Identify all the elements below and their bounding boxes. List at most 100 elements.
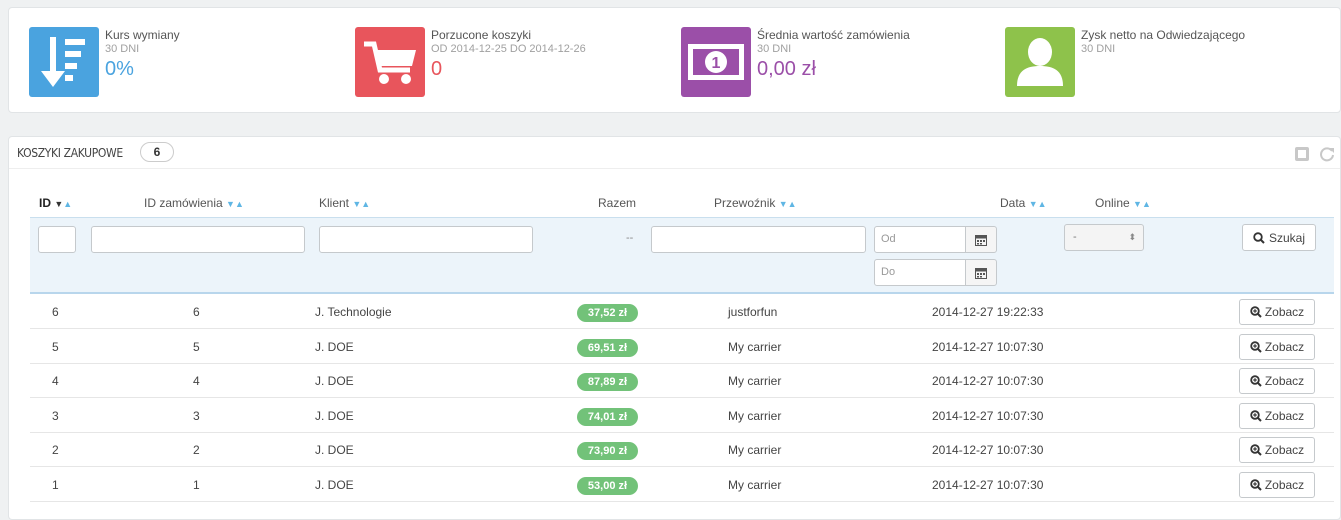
- cell-carrier: My carrier: [728, 408, 782, 423]
- sort-desc-icon[interactable]: ▼: [779, 199, 788, 209]
- table-row[interactable]: 6 6 J. Technologie 37,52 zł justforfun 2014-1…: [30, 295, 1334, 329]
- table-row[interactable]: 3 3 J. DOE 74,01 zł My carrier 2014-12-27 10:…: [30, 399, 1334, 433]
- sort-desc-icon[interactable]: ▼: [1029, 199, 1038, 209]
- view-button[interactable]: Zobacz: [1239, 471, 1315, 498]
- kpi-value: 0%: [105, 58, 134, 80]
- sort-asc-icon[interactable]: ▲: [1142, 199, 1151, 209]
- table-row[interactable]: 4 4 J. DOE 87,89 zł My carrier 2014-12-27 10:…: [30, 364, 1334, 398]
- refresh-icon[interactable]: [1319, 146, 1335, 162]
- view-button[interactable]: Zobacz: [1239, 333, 1315, 360]
- cell-order-id: 5: [193, 339, 200, 354]
- kpi-subtitle: 30 DNI: [757, 43, 792, 55]
- filter-date-to-input[interactable]: Do: [874, 259, 966, 286]
- column-label: ID: [39, 196, 51, 210]
- cell-date: 2014-12-27 10:07:30: [932, 443, 1044, 457]
- cell-order-id: 2: [193, 443, 200, 457]
- cell-order-id: 4: [193, 374, 200, 388]
- view-button-label: Zobacz: [1264, 339, 1305, 354]
- sort-asc-icon[interactable]: ▲: [235, 199, 244, 209]
- column-label: Razem: [598, 196, 637, 210]
- select-value: -: [1073, 231, 1077, 243]
- view-button-label: Zobacz: [1264, 477, 1305, 492]
- sort-down-icon: [29, 27, 99, 97]
- cell-carrier: My carrier: [728, 339, 782, 354]
- column-label: Przewoźnik: [714, 196, 776, 210]
- sort-desc-icon[interactable]: ▼: [1133, 199, 1142, 209]
- cell-carrier: My carrier: [728, 374, 782, 388]
- filter-customer-input[interactable]: [319, 226, 533, 253]
- cell-id: 4: [52, 374, 59, 388]
- column-label: Online: [1095, 196, 1130, 210]
- export-icon[interactable]: [1294, 146, 1310, 162]
- zoom-in-icon: [1250, 444, 1262, 456]
- column-header-online[interactable]: Online ▼▲: [1095, 196, 1151, 210]
- search-button-label: Szukaj: [1268, 230, 1306, 245]
- filter-id-input[interactable]: [38, 226, 76, 253]
- column-label: ID zamówienia: [144, 196, 223, 210]
- cell-id: 3: [52, 408, 59, 423]
- view-button[interactable]: Zobacz: [1239, 299, 1315, 325]
- sort-asc-icon[interactable]: ▲: [63, 199, 72, 209]
- zoom-in-icon: [1250, 340, 1262, 353]
- kpi-title: Średnia wartość zamówienia: [757, 28, 910, 42]
- cell-order-id: 3: [193, 408, 200, 423]
- column-header-id[interactable]: ID ▼▲: [39, 196, 72, 210]
- zoom-in-icon: [1250, 478, 1262, 491]
- cell-order-id: 6: [193, 305, 200, 319]
- zoom-in-icon: [1250, 306, 1262, 318]
- table-row[interactable]: 5 5 J. DOE 69,51 zł My carrier 2014-12-27 10:…: [30, 330, 1334, 364]
- view-button[interactable]: Zobacz: [1239, 368, 1315, 394]
- cell-date: 2014-12-27 10:07:30: [932, 408, 1044, 423]
- view-button-label: Zobacz: [1264, 305, 1305, 319]
- cell-carrier: My carrier: [728, 477, 782, 492]
- view-button[interactable]: Zobacz: [1239, 402, 1315, 429]
- cell-date: 2014-12-27 19:22:33: [932, 305, 1044, 319]
- kpi-subtitle: 30 DNI: [1081, 43, 1116, 55]
- sort-asc-icon[interactable]: ▲: [788, 199, 797, 209]
- cell-date: 2014-12-27 10:07:30: [932, 339, 1044, 354]
- cell-id: 6: [52, 305, 59, 319]
- table-row[interactable]: 2 2 J. DOE 73,90 zł My carrier 2014-12-27 10:…: [30, 433, 1334, 467]
- filter-date-from-input[interactable]: Od: [874, 226, 966, 253]
- cell-date: 2014-12-27 10:07:30: [932, 477, 1044, 492]
- view-button-label: Zobacz: [1264, 408, 1305, 423]
- cell-id: 2: [52, 443, 59, 457]
- filter-row: -- Od Do - ⬍ Szukaj: [30, 217, 1334, 294]
- sort-asc-icon[interactable]: ▲: [1038, 199, 1047, 209]
- sort-desc-icon[interactable]: ▼: [352, 199, 361, 209]
- cell-total-badge: 37,52 zł: [577, 304, 638, 322]
- column-header-order-id[interactable]: ID zamówienia ▼▲: [144, 196, 244, 210]
- view-button[interactable]: Zobacz: [1239, 437, 1315, 463]
- column-header-total: Razem: [598, 196, 636, 210]
- cell-total-badge: 69,51 zł: [577, 338, 638, 357]
- column-header-date[interactable]: Data ▼▲: [1000, 196, 1047, 210]
- column-label: Data: [1000, 196, 1026, 210]
- cell-customer: J. DOE: [315, 408, 354, 423]
- filter-online-select[interactable]: - ⬍: [1064, 224, 1144, 251]
- cell-customer: J. DOE: [315, 374, 354, 388]
- filter-carrier-input[interactable]: [651, 226, 866, 253]
- filter-order-id-input[interactable]: [91, 226, 305, 253]
- sort-asc-icon[interactable]: ▲: [361, 199, 370, 209]
- zoom-in-icon: [1250, 409, 1262, 422]
- column-header-customer[interactable]: Klient ▼▲: [319, 196, 370, 210]
- filter-total-placeholder: --: [626, 232, 634, 244]
- sort-desc-icon[interactable]: ▼: [54, 199, 63, 209]
- cell-id: 5: [52, 339, 59, 354]
- column-header-carrier[interactable]: Przewoźnik ▼▲: [714, 196, 797, 210]
- sort-desc-icon[interactable]: ▼: [226, 199, 235, 209]
- money-icon: 1: [681, 27, 751, 97]
- user-icon: [1005, 27, 1075, 97]
- cell-id: 1: [52, 477, 59, 492]
- cell-customer: J. DOE: [315, 443, 354, 457]
- calendar-icon[interactable]: [965, 259, 997, 286]
- shopping-cart-icon: [355, 27, 425, 97]
- calendar-icon[interactable]: [965, 226, 997, 253]
- search-button[interactable]: Szukaj: [1242, 224, 1316, 251]
- cell-customer: J. DOE: [315, 339, 354, 354]
- cell-carrier: My carrier: [728, 443, 782, 457]
- table-row[interactable]: 1 1 J. DOE 53,00 zł My carrier 2014-12-27 10:…: [30, 468, 1334, 502]
- kpi-title: Zysk netto na Odwiedzającego: [1081, 28, 1246, 42]
- view-button-label: Zobacz: [1264, 443, 1305, 457]
- kpi-value: 0,00 zł: [757, 58, 816, 80]
